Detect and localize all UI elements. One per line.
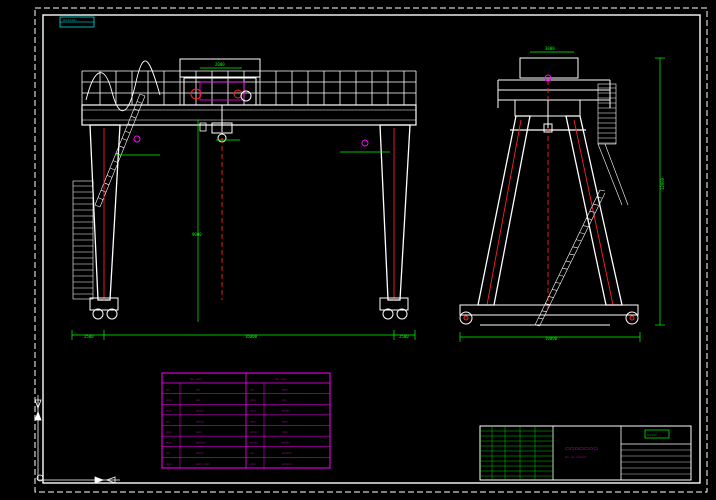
- front-dim-span: 16000: [245, 334, 258, 339]
- param-cell: ▭▭▭: [250, 409, 256, 413]
- param-cell: ▭▭: [250, 451, 254, 455]
- param-table-header-left: ▭▭ ▭▭▭: [190, 377, 202, 381]
- side-dim-height: 12000: [660, 177, 665, 190]
- param-cell: ▭▭▭▭: [282, 441, 290, 445]
- title-block-stamp: ▭▭▭▭▭: [647, 433, 657, 437]
- param-cell: ▭▭▭: [166, 409, 172, 413]
- param-cell: ▭▭▭▭: [282, 409, 290, 413]
- side-dim-top: 3000: [545, 46, 555, 51]
- front-dim-right: 2500: [399, 334, 409, 339]
- param-cell: ▭▭▭▭: [250, 441, 258, 445]
- param-cell: ▭▭: [196, 398, 200, 402]
- param-cell: ▭▭▭▭: [196, 409, 204, 413]
- param-cell: ▭▭▭: [250, 398, 256, 402]
- param-cell: ▭▭▭▭▭: [282, 462, 292, 466]
- param-cell: ▭▭▭: [282, 419, 288, 423]
- cad-drawing: ▭▭▭▭▭▭▭ 2000 16000 2500 2500 9000 3000 1…: [0, 0, 716, 500]
- param-cell: ▭▭: [166, 419, 170, 423]
- param-cell: ▭▭: [166, 451, 170, 455]
- param-table-header-right: ▭▭ ▭▭▭: [275, 377, 287, 381]
- param-cell: ▭▭▭: [282, 387, 288, 391]
- side-dim-base: 10000: [545, 336, 558, 341]
- front-dim-height: 9000: [192, 232, 202, 237]
- param-cell: ▭▭: [250, 387, 254, 391]
- param-cell: ▭▭▭: [196, 430, 202, 434]
- title-block-title: ▭▭▭▭▭▭▭: [565, 446, 598, 452]
- param-cell: ▭▭: [166, 387, 170, 391]
- param-cell: ▭▭▭▭▭: [196, 441, 206, 445]
- param-cell: ▭▭▭: [166, 462, 172, 466]
- param-cell: ▭▭▭ ▭▭▭: [196, 462, 210, 466]
- param-cell: ▭▭▭▭: [196, 451, 204, 455]
- front-dim-left: 2500: [84, 334, 94, 339]
- top-left-stamp-text: ▭▭▭▭▭▭▭: [63, 18, 77, 22]
- front-dim-top: 2000: [215, 62, 225, 67]
- param-cell: ▭▭▭: [282, 430, 288, 434]
- param-cell: ▭▭: [196, 387, 200, 391]
- param-cell: ▭▭▭: [166, 430, 172, 434]
- param-cell: ▭▭▭▭: [196, 419, 204, 423]
- drawing-background: [0, 0, 716, 500]
- param-cell: ▭▭▭: [166, 398, 172, 402]
- param-cell: ▭▭▭: [250, 419, 256, 423]
- param-cell: ▭▭▭▭: [250, 430, 258, 434]
- param-cell: ▭▭▭▭▭: [282, 451, 292, 455]
- param-cell: ▭▭: [282, 398, 286, 402]
- param-cell: ▭▭▭: [166, 441, 172, 445]
- param-cell: ▭▭▭: [250, 462, 256, 466]
- title-block-subtitle: ▭▭ ▭▭ ▭▭▭▭▭: [565, 455, 586, 459]
